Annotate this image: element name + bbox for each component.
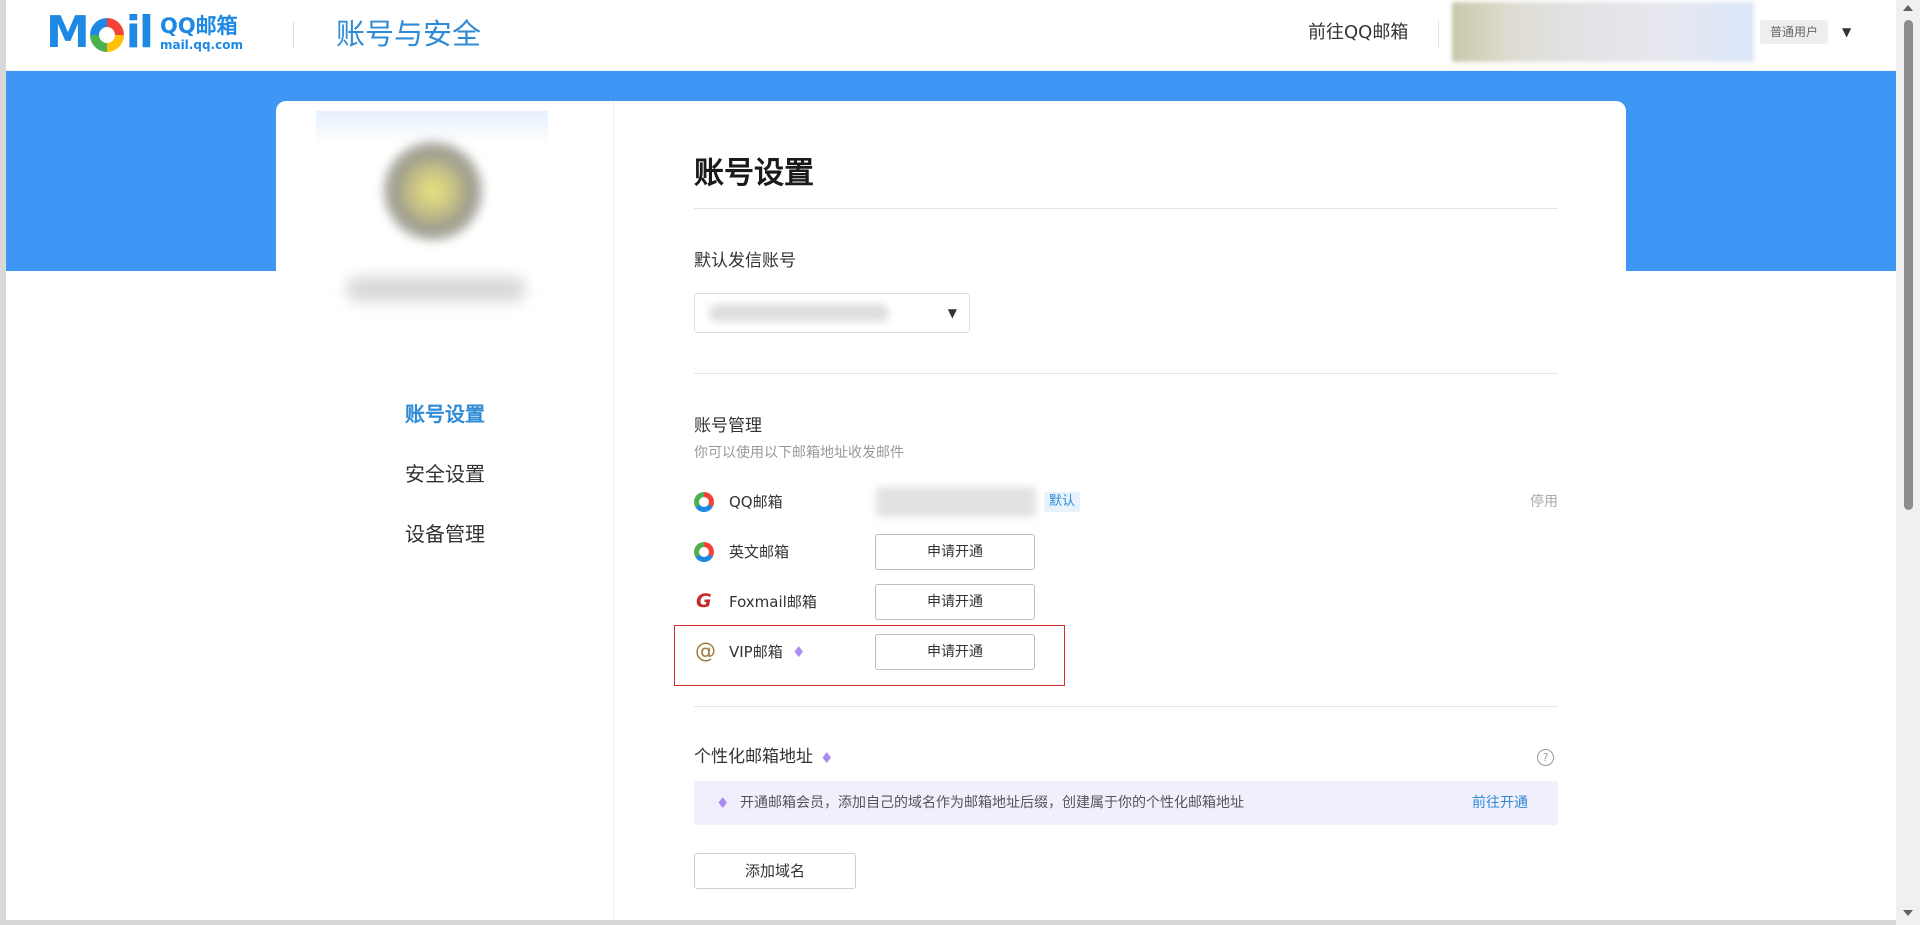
vip-promo-banner: ♦ 开通邮箱会员，添加自己的域名作为邮箱地址后缀，创建属于你的个性化邮箱地址 前… [694, 781, 1558, 825]
sidebar-item-device-management[interactable]: 设备管理 [276, 520, 614, 548]
header-divider-right [1438, 20, 1439, 48]
disable-link[interactable]: 停用 [1530, 492, 1558, 512]
logo-text: QQ邮箱 mail.qq.com [160, 14, 243, 52]
default-tag: 默认 [1044, 492, 1081, 512]
section-divider-1 [694, 373, 1558, 374]
logo-mark: Mil [46, 7, 154, 58]
account-name: 英文邮箱 [729, 543, 790, 561]
header-title: 账号与安全 [336, 17, 482, 51]
default-sender-value-blurred [709, 304, 889, 322]
sidebar-item-security-settings[interactable]: 安全设置 [276, 460, 614, 488]
foxmail-icon: G [696, 590, 712, 612]
title-divider [694, 208, 1558, 209]
profile-area [316, 111, 548, 331]
logo-cn: QQ邮箱 [159, 14, 238, 38]
qq-mail-logo[interactable]: Mil QQ邮箱 mail.qq.com [46, 7, 243, 58]
vip-row-highlight-box [674, 625, 1065, 686]
apply-english-mail-button[interactable]: 申请开通 [875, 534, 1035, 570]
logo-mark-right: il [125, 7, 154, 58]
browser-window: Mil QQ邮箱 mail.qq.com 账号与安全 前往QQ邮箱 普通用户 ▼… [6, 0, 1896, 920]
avatar[interactable] [383, 141, 483, 241]
user-info-blurred[interactable] [1452, 2, 1754, 62]
page-title: 账号设置 [694, 156, 814, 191]
qq-mail-ring-icon [694, 492, 714, 512]
sidebar-item-account-settings[interactable]: 账号设置 [276, 400, 614, 428]
vip-diamond-icon: ♦ [716, 794, 730, 812]
english-mail-ring-icon [694, 542, 714, 562]
account-row-foxmail: G Foxmail邮箱 申请开通 [694, 584, 1558, 620]
vip-diamond-icon: ♦ [820, 749, 834, 767]
profile-name-blurred [346, 276, 526, 302]
chevron-down-icon: ▼ [947, 306, 957, 320]
default-sender-label: 默认发信账号 [694, 251, 796, 271]
vip-banner-text: 开通邮箱会员，添加自己的域名作为邮箱地址后缀，创建属于你的个性化邮箱地址 [740, 795, 1244, 811]
logo-mark-left: M [46, 7, 90, 58]
sidebar: 账号设置 安全设置 设备管理 [276, 101, 614, 920]
vertical-scrollbar[interactable] [1896, 0, 1920, 925]
top-header: Mil QQ邮箱 mail.qq.com 账号与安全 前往QQ邮箱 普通用户 ▼ [6, 0, 1896, 71]
qq-email-address-blurred [876, 487, 1036, 517]
scrollbar-thumb[interactable] [1904, 20, 1913, 510]
settings-card: 账号设置 安全设置 设备管理 账号设置 默认发信账号 ▼ 账号管理 你可以使用以… [276, 101, 1626, 920]
header-divider [293, 22, 294, 48]
user-menu-caret-icon[interactable]: ▼ [1842, 23, 1851, 41]
user-type-badge: 普通用户 [1760, 20, 1829, 44]
scroll-up-icon[interactable] [1903, 5, 1913, 11]
apply-foxmail-button[interactable]: 申请开通 [875, 584, 1035, 620]
goto-qq-mail-link[interactable]: 前往QQ邮箱 [1308, 20, 1408, 46]
help-icon[interactable]: ? [1537, 749, 1554, 766]
go-activate-link[interactable]: 前往开通 [1472, 793, 1528, 813]
logo-url: mail.qq.com [159, 38, 243, 52]
account-name: QQ邮箱 [729, 493, 783, 511]
section-divider-2 [694, 706, 1558, 707]
account-management-subtitle: 你可以使用以下邮箱地址收发邮件 [694, 445, 904, 461]
account-row-qq-mail: QQ邮箱 默认 停用 [694, 484, 1558, 520]
scroll-down-icon[interactable] [1903, 910, 1913, 916]
custom-address-label: 个性化邮箱地址 [694, 747, 813, 767]
add-domain-button[interactable]: 添加域名 [694, 853, 856, 889]
account-row-english-mail: 英文邮箱 申请开通 [694, 534, 1558, 570]
account-management-label: 账号管理 [694, 416, 762, 436]
default-sender-select[interactable]: ▼ [694, 293, 970, 333]
account-name: Foxmail邮箱 [729, 593, 817, 611]
logo-o-ring-icon [89, 18, 124, 52]
